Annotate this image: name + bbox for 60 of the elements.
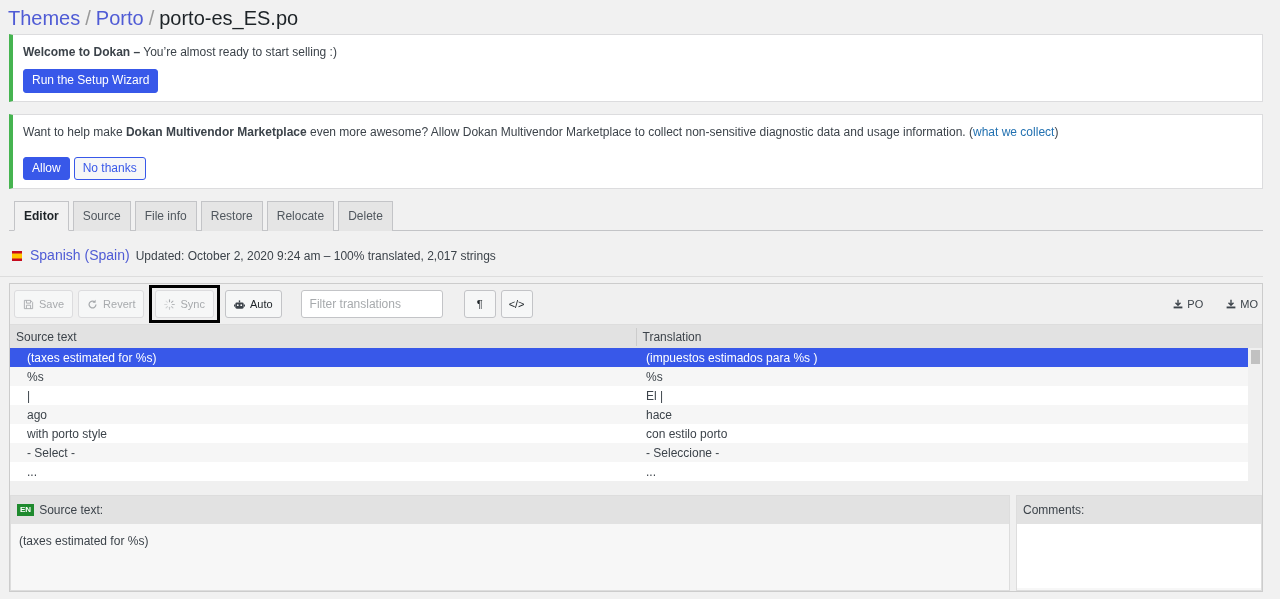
table-row[interactable]: ... ... [10,462,1248,482]
translation-cell-text: El | [645,387,665,405]
breadcrumb-link[interactable]: Themes [8,7,81,29]
tab[interactable]: Restore [200,201,263,232]
breadcrumb-separator: / [85,7,91,29]
breadcrumb-separator: / [148,7,155,29]
tab[interactable]: File info [134,201,197,232]
table-row[interactable]: (taxes estimated for %s) (impuestos estimados para %s ) [10,348,1248,368]
source-cell-text: (taxes estimated for %s) [26,349,158,367]
notice-button[interactable]: No thanks [73,156,146,181]
source-cell-text: ... [26,463,38,481]
toggle-button[interactable]: </> [500,290,533,319]
spinner-icon [164,298,176,310]
translation-cell-text: %s [645,368,664,386]
download-link[interactable]: MO [1226,295,1258,313]
table-row[interactable]: - Select - - Seleccione - [10,443,1248,463]
table-row[interactable]: with porto style con estilo porto [10,424,1248,444]
breadcrumb-link[interactable]: Porto [95,7,144,29]
download-icon [1226,299,1237,310]
pane-title: Source text: [39,502,104,520]
notice-button[interactable]: Run the Setup Wizard [23,69,159,93]
toggle-button[interactable]: ¶ [463,290,496,319]
source-cell-text: - Select - [26,444,76,462]
source-cell-text: %s [26,368,45,386]
pane-title: Comments: [1023,502,1085,520]
table-row[interactable]: | El | [10,386,1248,406]
tab[interactable]: Delete [338,201,393,232]
notice-text: Welcome to Dokan – You’re almost ready to start selling :) [23,44,338,61]
translation-cell-text: hace [645,406,674,424]
comments-field[interactable] [1017,524,1261,589]
translation-cell-text: (impuestos estimados para %s ) [645,349,819,367]
spanish-flag-icon [10,250,24,261]
what-we-collect-link[interactable]: what we collect [973,124,1055,139]
column-header: Translation [635,327,1262,346]
source-cell-text: | [26,387,32,405]
tab[interactable]: Source [72,201,131,232]
table-row[interactable]: ago hace [10,405,1248,425]
translation-cell-text: con estilo porto [645,425,729,443]
source-cell-text: ago [26,406,49,424]
download-icon [1173,299,1184,310]
tab[interactable]: Editor [14,201,69,232]
source-text: (taxes estimated for %s) [18,533,150,551]
toolbar-button[interactable]: Auto [224,290,282,319]
language-badge: EN [17,504,35,517]
translation-cell-text: - Seleccione - [645,444,721,462]
translation-cell-text: ... [645,463,657,481]
source-cell-text: with porto style [26,425,109,443]
download-link[interactable]: PO [1173,295,1204,313]
notice-button[interactable]: Allow [23,156,70,181]
tab[interactable]: Relocate [266,201,335,232]
table-row[interactable]: %s %s [10,367,1248,387]
circular-arrow-icon [87,298,99,310]
filter-field[interactable]: Filter translations [300,290,443,319]
page-title: porto-es_ES.po [159,7,299,29]
scrollbar[interactable] [1248,348,1262,482]
notice-text: Want to help make Dokan Multivendor Marketplace even more awesome? Allow Dokan Multivendor Marketplace to collect non-sensitive diagnostic data and usage information. (what we collect) [23,123,1060,141]
robot-icon [233,298,245,310]
language-link[interactable]: Spanish (Spain) [30,245,130,267]
file-status-text: Updated: October 2, 2020 9:24 am – 100% translated, 2,017 strings [135,247,496,265]
column-header: Source text [15,328,78,346]
